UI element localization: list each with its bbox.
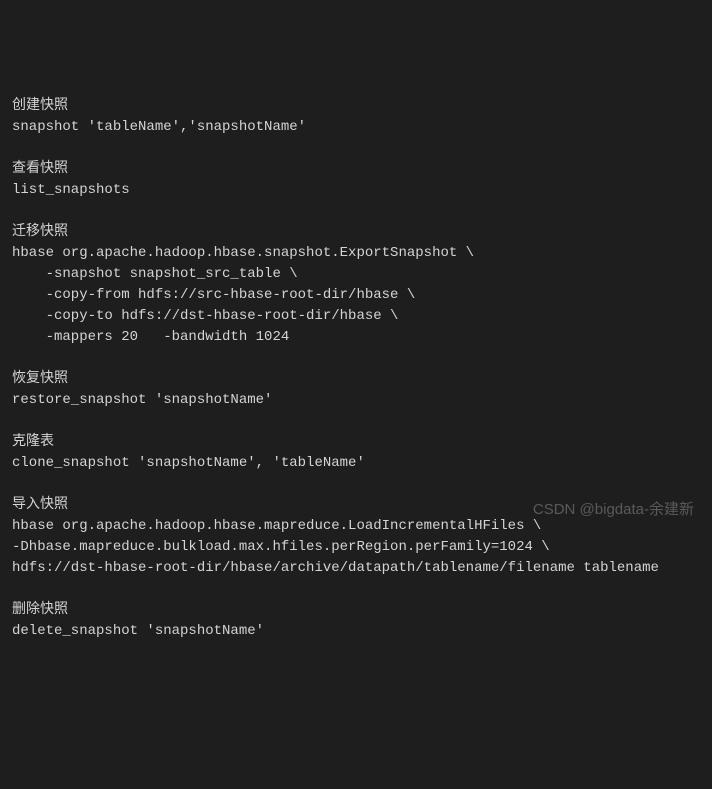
section-title-import: 导入快照 xyxy=(12,497,68,513)
section-code-clone: clone_snapshot 'snapshotName', 'tableNam… xyxy=(12,455,365,471)
section-title-create: 创建快照 xyxy=(12,98,68,114)
section-code-import: hbase org.apache.hadoop.hbase.mapreduce.… xyxy=(12,518,659,576)
code-document: 创建快照 snapshot 'tableName','snapshotName'… xyxy=(12,96,700,642)
section-code-create: snapshot 'tableName','snapshotName' xyxy=(12,119,306,135)
section-code-list: list_snapshots xyxy=(12,182,130,198)
section-code-migrate: hbase org.apache.hadoop.hbase.snapshot.E… xyxy=(12,245,474,345)
section-title-migrate: 迁移快照 xyxy=(12,224,68,240)
section-code-delete: delete_snapshot 'snapshotName' xyxy=(12,623,264,639)
section-title-restore: 恢复快照 xyxy=(12,371,68,387)
section-title-delete: 删除快照 xyxy=(12,602,68,618)
section-title-list: 查看快照 xyxy=(12,161,68,177)
section-title-clone: 克隆表 xyxy=(12,434,54,450)
watermark: CSDN @bigdata-余建新 xyxy=(533,499,694,522)
section-code-restore: restore_snapshot 'snapshotName' xyxy=(12,392,272,408)
